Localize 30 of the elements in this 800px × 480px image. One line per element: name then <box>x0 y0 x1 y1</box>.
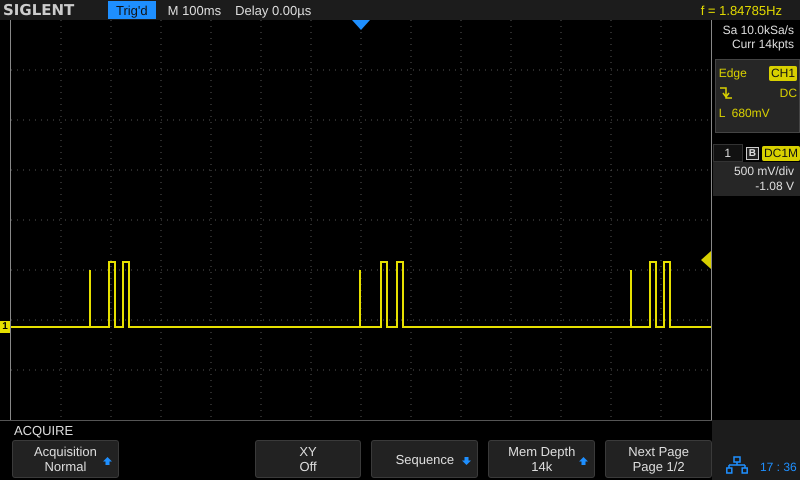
channel-number: 1 <box>712 144 743 162</box>
vertical-offset: -1.08 V <box>755 179 794 194</box>
timebase-label: M 100ms <box>168 2 222 18</box>
softkey-button[interactable]: Next Page Page 1/2 <box>605 440 712 478</box>
up-arrow-icon <box>102 457 112 465</box>
falling-edge-icon <box>718 86 733 100</box>
trigger-level: L 680mV <box>718 106 770 120</box>
frequency-readout: f = 1.84785Hz <box>700 2 782 18</box>
delay-label: Delay 0.00µs <box>235 2 312 18</box>
trigger-source: CH1 <box>768 66 797 80</box>
memory-depth: Curr 14kpts <box>732 37 794 51</box>
sample-rate: Sa 10.0kSa/s <box>722 23 794 37</box>
softkey-button[interactable]: Acquisition Normal <box>12 440 119 478</box>
channel-marker: 1 <box>0 321 10 333</box>
softkey-button[interactable]: Mem Depth 14k <box>488 440 596 478</box>
trigger-level-icon <box>700 251 711 269</box>
menu-title: ACQUIRE <box>14 423 74 438</box>
trigger-status: Trig'd <box>108 1 156 19</box>
up-arrow-icon <box>579 457 588 465</box>
softkey-button[interactable]: Sequence <box>371 440 478 478</box>
brand-logo: SIGLENT <box>3 1 76 19</box>
softkey-button[interactable]: XY Off <box>254 440 362 478</box>
network-icon <box>726 456 748 474</box>
channel-coupling: DC1M <box>762 146 800 160</box>
down-arrow-icon <box>462 457 472 465</box>
trigger-coupling: DC <box>780 86 797 100</box>
vertical-scale: 500 mV/div <box>734 164 794 179</box>
clock-time: 17 : 36 <box>760 460 797 474</box>
bandwidth-limit-badge: B <box>746 146 759 160</box>
trigger-type: Edge <box>718 66 747 80</box>
